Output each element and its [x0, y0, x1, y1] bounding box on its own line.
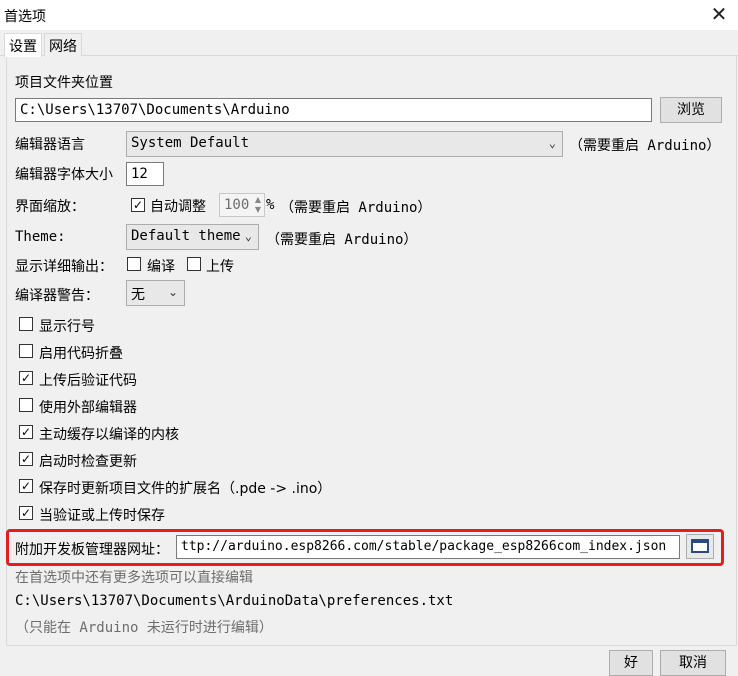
verbose-compile-label: 编译 — [147, 259, 175, 275]
verbose-upload-checkbox[interactable] — [187, 257, 201, 271]
close-icon[interactable]: ✕ — [708, 3, 730, 25]
more-options-text: 在首选项中还有更多选项可以直接编辑 — [15, 570, 253, 586]
scale-label: 界面缩放： — [15, 199, 85, 215]
option-label: 保存时更新项目文件的扩展名（.pde -> .ino） — [39, 481, 332, 497]
warnings-label: 编译器警告： — [15, 288, 99, 304]
option-label: 当验证或上传时保存 — [39, 508, 165, 524]
verbose-compile-checkbox[interactable] — [127, 257, 141, 271]
option-checkbox[interactable]: ✓ — [19, 452, 33, 466]
language-label: 编辑器语言 — [15, 137, 85, 153]
boards-url-input[interactable]: ttp://arduino.esp8266.com/stable/package… — [176, 535, 680, 559]
theme-select[interactable]: Default theme ⌄ — [126, 224, 259, 250]
scale-percent-sign: % — [266, 197, 275, 213]
font-size-label: 编辑器字体大小 — [15, 167, 113, 183]
checkmark-icon: ✓ — [132, 198, 144, 212]
option-checkbox[interactable] — [19, 344, 33, 358]
font-size-input[interactable]: 12 — [126, 162, 164, 186]
preferences-path[interactable]: C:\Users\13707\Documents\ArduinoData\pre… — [15, 593, 453, 609]
scale-spinner-arrows[interactable]: ▲ ▼ — [252, 195, 264, 215]
theme-restart-note: （需要重启 Arduino） — [266, 232, 418, 248]
title-bar — [0, 0, 738, 30]
sketchbook-label: 项目文件夹位置 — [15, 75, 113, 91]
cancel-button[interactable]: 取消 — [660, 650, 726, 676]
edit-note: （只能在 Arduino 未运行时进行编辑） — [15, 620, 273, 636]
option-label: 使用外部编辑器 — [39, 400, 137, 416]
checkmark-icon: ✓ — [20, 425, 32, 439]
window-icon — [691, 539, 709, 553]
option-label: 主动缓存以编译的内核 — [39, 427, 179, 443]
tab-network[interactable]: 网络 — [44, 33, 82, 56]
chevron-down-icon: ⌄ — [548, 136, 556, 150]
browse-button[interactable]: 浏览 — [660, 97, 722, 123]
chevron-down-icon: ⌄ — [167, 285, 178, 299]
tab-strip — [0, 30, 738, 56]
option-checkbox[interactable]: ✓ — [19, 479, 33, 493]
scale-restart-note: （需要重启 Arduino） — [280, 200, 432, 216]
option-checkbox[interactable]: ✓ — [19, 371, 33, 385]
option-label: 启动时检查更新 — [39, 454, 137, 470]
option-checkbox[interactable]: ✓ — [19, 506, 33, 520]
boards-url-label: 附加开发板管理器网址： — [15, 542, 169, 558]
scale-auto-label: 自动调整 — [150, 199, 206, 215]
verbose-label: 显示详细输出： — [15, 259, 113, 275]
sketchbook-path-input[interactable]: C:\Users\13707\Documents\Arduino — [15, 98, 652, 122]
verbose-upload-label: 上传 — [206, 259, 234, 275]
warnings-select-value: 无 — [131, 287, 145, 303]
option-label: 启用代码折叠 — [39, 346, 123, 362]
checkmark-icon: ✓ — [20, 506, 32, 520]
scale-auto-checkbox[interactable]: ✓ — [131, 198, 145, 212]
option-checkbox[interactable]: ✓ — [19, 425, 33, 439]
theme-select-value: Default theme — [131, 228, 241, 244]
boards-url-edit-button[interactable] — [686, 534, 714, 559]
chevron-down-icon: ⌄ — [244, 229, 252, 243]
language-restart-note: （需要重启 Arduino） — [569, 138, 721, 154]
option-label: 上传后验证代码 — [39, 373, 137, 389]
checkmark-icon: ✓ — [20, 479, 32, 493]
option-checkbox[interactable] — [19, 317, 33, 331]
option-checkbox[interactable] — [19, 398, 33, 412]
tab-settings[interactable]: 设置 — [4, 33, 42, 57]
language-select-value: System Default — [131, 135, 250, 151]
option-label: 显示行号 — [39, 319, 95, 335]
window-title: 首选项 — [4, 9, 46, 25]
checkmark-icon: ✓ — [20, 371, 32, 385]
checkmark-icon: ✓ — [20, 452, 32, 466]
ok-button[interactable]: 好 — [609, 650, 653, 676]
warnings-select[interactable]: 无 ⌄ — [126, 280, 185, 306]
language-select[interactable]: System Default ⌄ — [126, 131, 563, 157]
theme-label: Theme: — [15, 229, 66, 245]
